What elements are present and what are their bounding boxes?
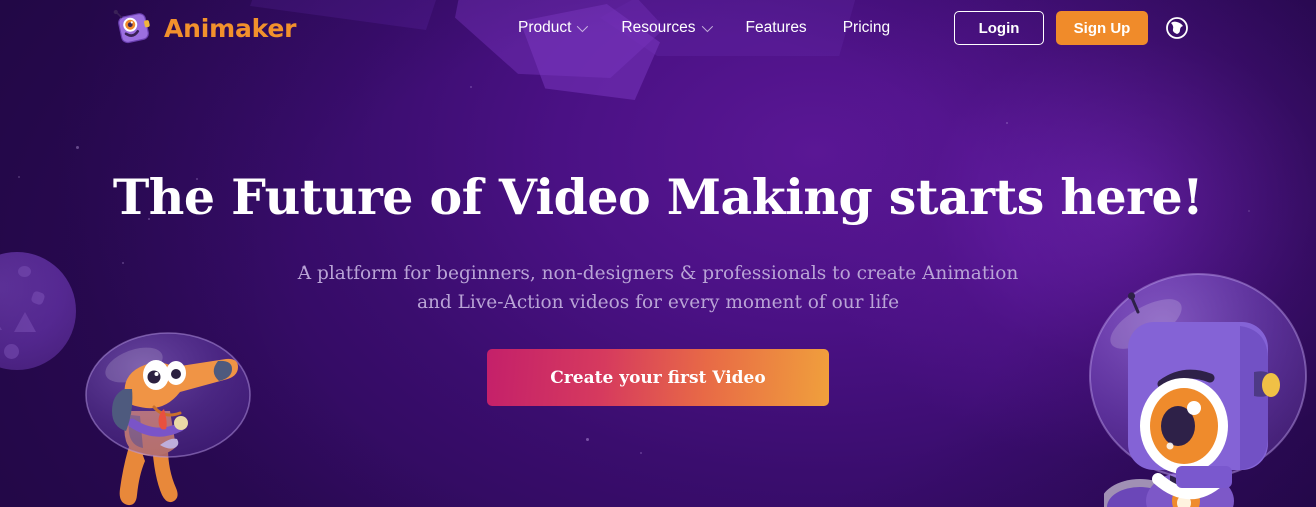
nav-item-pricing[interactable]: Pricing (825, 0, 908, 56)
star-speck (122, 262, 124, 264)
nav-item-label: Resources (621, 19, 696, 36)
nav-item-features[interactable]: Features (728, 0, 825, 56)
chevron-down-icon (577, 20, 589, 33)
star-speck (196, 178, 198, 180)
main-navigation: Product Resources Features Pricing (500, 0, 908, 56)
login-button[interactable]: Login (954, 11, 1044, 45)
brand-logo[interactable]: Animaker (112, 6, 296, 50)
star-speck (148, 218, 150, 220)
nav-item-label: Features (745, 19, 807, 36)
chevron-down-icon (701, 20, 713, 33)
star-speck (18, 176, 20, 178)
site-header: Animaker Product Resources Features Pric… (0, 0, 1316, 56)
animaker-robot-logo-icon (112, 6, 156, 50)
astronaut-dog-illustration-icon (68, 303, 268, 507)
signup-button[interactable]: Sign Up (1056, 11, 1148, 45)
star-speck (76, 146, 79, 149)
star-speck (1248, 210, 1250, 212)
star-speck (1006, 122, 1008, 124)
nav-item-product[interactable]: Product (500, 0, 603, 56)
header-actions: Login Sign Up (954, 11, 1190, 45)
nav-item-resources[interactable]: Resources (603, 0, 727, 56)
nav-item-label: Product (518, 19, 572, 36)
star-speck (640, 452, 642, 454)
star-speck (586, 438, 589, 441)
star-speck (302, 266, 305, 269)
globe-icon[interactable] (1164, 15, 1190, 41)
star-speck (470, 86, 472, 88)
nav-item-label: Pricing (842, 19, 891, 36)
astronaut-robot-illustration-icon (1066, 268, 1316, 507)
brand-name: Animaker (164, 13, 297, 43)
create-video-button[interactable]: Create your first Video (487, 349, 829, 406)
